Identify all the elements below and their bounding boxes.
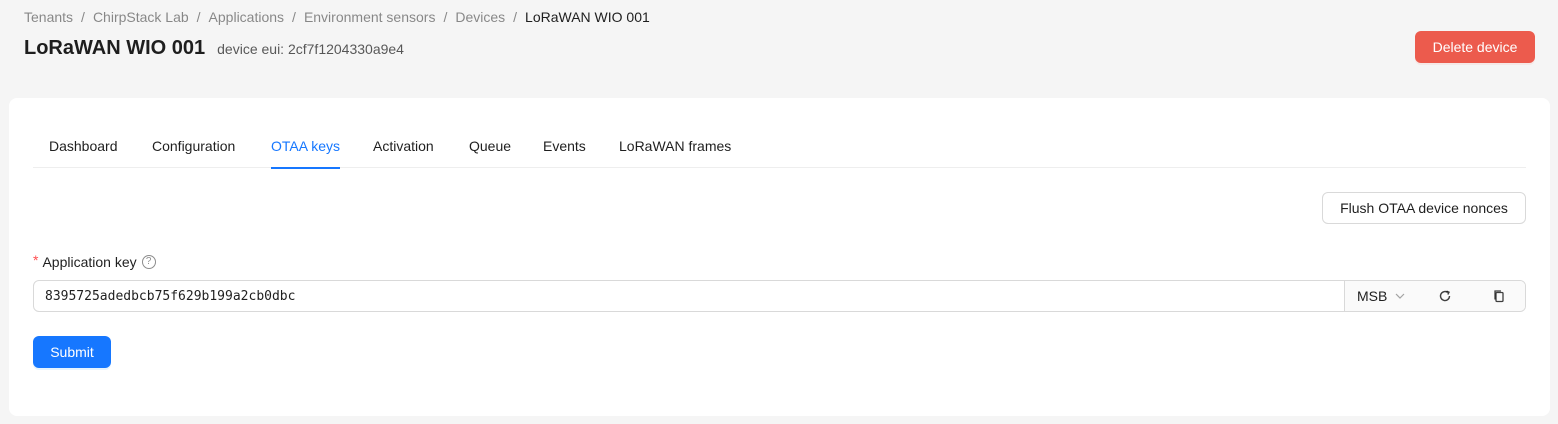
application-key-input[interactable] bbox=[34, 281, 1344, 311]
page-title: LoRaWAN WIO 001 bbox=[24, 37, 206, 59]
breadcrumb: Tenants / ChirpStack Lab / Applications … bbox=[24, 9, 650, 25]
copy-icon[interactable] bbox=[1491, 288, 1507, 304]
chevron-down-icon bbox=[1395, 293, 1405, 299]
tab-queue[interactable]: Queue bbox=[469, 128, 511, 168]
tab-lorawan-frames[interactable]: LoRaWAN frames bbox=[619, 128, 731, 168]
breadcrumb-current-device: LoRaWAN WIO 001 bbox=[525, 9, 650, 25]
key-addon: MSB bbox=[1344, 281, 1525, 311]
breadcrumb-application[interactable]: Environment sensors bbox=[304, 9, 436, 25]
breadcrumb-separator: / bbox=[292, 9, 296, 25]
application-key-label: * Application key ? bbox=[33, 252, 156, 271]
breadcrumb-tenants[interactable]: Tenants bbox=[24, 9, 73, 25]
required-mark: * bbox=[33, 252, 39, 268]
tab-events[interactable]: Events bbox=[543, 128, 586, 168]
tab-configuration[interactable]: Configuration bbox=[152, 128, 235, 168]
breadcrumb-separator: / bbox=[81, 9, 85, 25]
tab-dashboard[interactable]: Dashboard bbox=[49, 128, 118, 168]
breadcrumb-separator: / bbox=[513, 9, 518, 25]
tab-otaa-keys[interactable]: OTAA keys bbox=[271, 128, 340, 169]
tab-bar: Dashboard Configuration OTAA keys Activa… bbox=[33, 128, 1526, 169]
application-key-label-text: Application key bbox=[42, 254, 137, 270]
byte-order-select[interactable]: MSB bbox=[1357, 281, 1405, 311]
device-card: Dashboard Configuration OTAA keys Activa… bbox=[9, 98, 1550, 416]
application-key-input-group: MSB bbox=[33, 280, 1526, 312]
breadcrumb-tenant[interactable]: ChirpStack Lab bbox=[93, 9, 189, 25]
breadcrumb-devices[interactable]: Devices bbox=[455, 9, 505, 25]
byte-order-value: MSB bbox=[1357, 288, 1388, 304]
delete-device-button[interactable]: Delete device bbox=[1415, 31, 1535, 63]
question-circle-icon[interactable]: ? bbox=[141, 255, 156, 269]
page-header: LoRaWAN WIO 001 device eui: 2cf7f1204330… bbox=[24, 36, 404, 60]
device-eui: device eui: 2cf7f1204330a9e4 bbox=[217, 41, 404, 57]
tab-activation[interactable]: Activation bbox=[373, 128, 434, 168]
submit-button[interactable]: Submit bbox=[33, 336, 111, 368]
refresh-icon[interactable] bbox=[1437, 288, 1453, 304]
breadcrumb-separator: / bbox=[443, 9, 448, 25]
breadcrumb-separator: / bbox=[196, 9, 201, 25]
breadcrumb-applications[interactable]: Applications bbox=[209, 9, 285, 25]
flush-otaa-nonces-button[interactable]: Flush OTAA device nonces bbox=[1322, 192, 1526, 224]
